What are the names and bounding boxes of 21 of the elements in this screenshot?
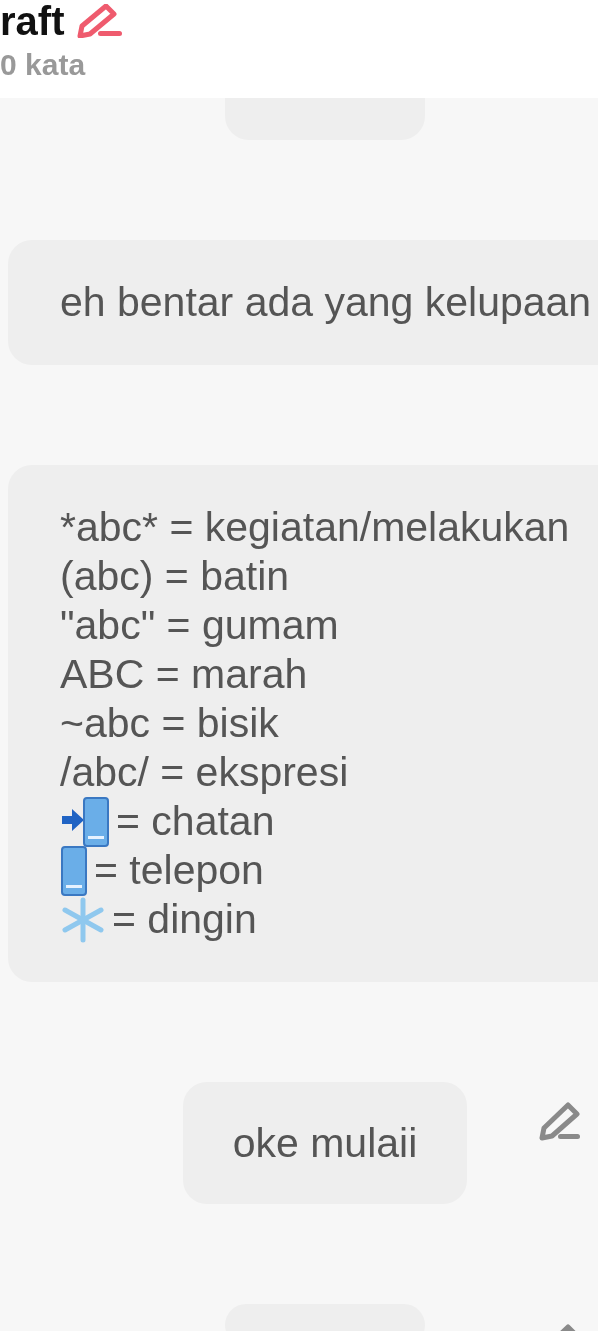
snowflake-icon bbox=[60, 896, 106, 943]
message-text: /abc/ = ekspresi bbox=[60, 749, 349, 796]
message-bubble[interactable]: eh bentar ada yang kelupaan bbox=[8, 240, 598, 365]
message-text: (abc) = batin bbox=[60, 553, 290, 600]
message-text: = telepon bbox=[94, 847, 264, 894]
message-text: oke mulaii bbox=[232, 1119, 418, 1167]
message-text: ~abc = bisik bbox=[60, 700, 279, 747]
word-count: 0 kata bbox=[0, 48, 87, 82]
message-bubble[interactable]: *abc* = kegiatan/melakukan (abc) = batin "abc" = gumam ABC = marah ~abc = bisik /abc/ = ekspresi = chatan = telepon = dingin bbox=[8, 465, 598, 982]
message-text: *abc* = kegiatan/melakukan bbox=[60, 504, 570, 551]
message-text: "abc" = gumam bbox=[60, 602, 339, 649]
phone-with-arrow-icon bbox=[60, 795, 110, 848]
message-bubble[interactable]: oke mulaii bbox=[182, 1082, 468, 1204]
message-text: eh bentar ada yang kelupaan bbox=[60, 279, 592, 326]
pencil-icon[interactable] bbox=[76, 4, 125, 38]
message-text: ABC = marah bbox=[60, 651, 308, 698]
draft-title: raft bbox=[0, 0, 65, 42]
message-text: = dingin bbox=[112, 896, 257, 943]
pencil-icon[interactable] bbox=[538, 1102, 582, 1142]
message-text: = chatan bbox=[116, 798, 275, 845]
phone-icon bbox=[60, 844, 88, 897]
